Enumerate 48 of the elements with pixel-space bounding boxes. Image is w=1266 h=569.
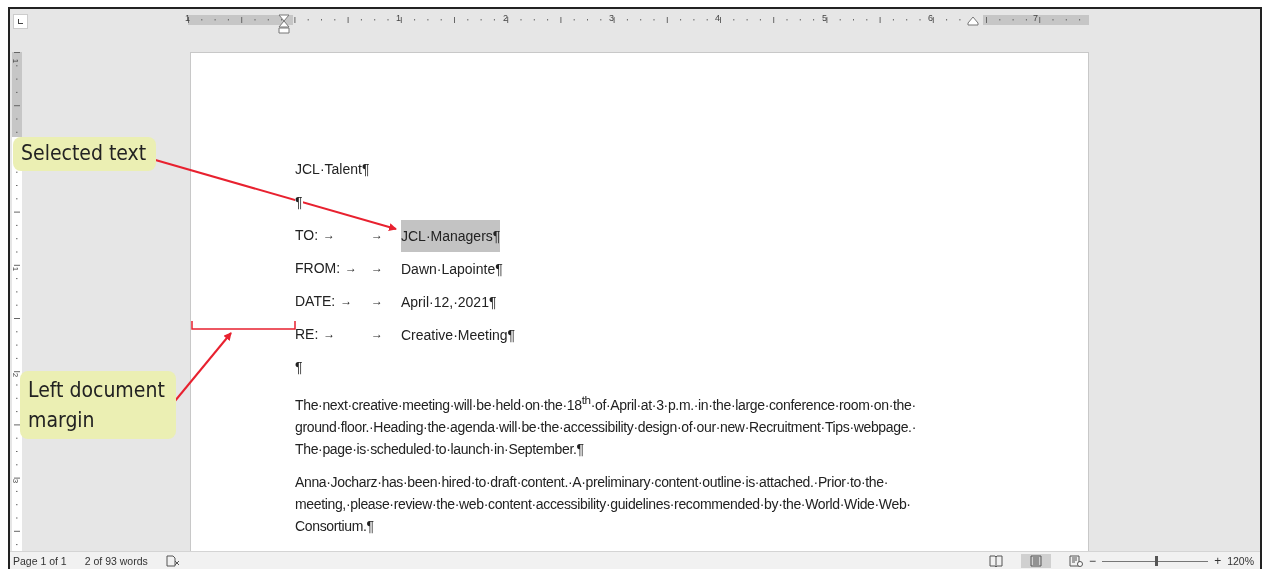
- memo-value: Creative·Meeting¶: [401, 326, 516, 345]
- ruler-number: 7: [1033, 13, 1038, 23]
- memo-value: April·12,·2021¶: [401, 293, 497, 312]
- paragraph: The·next·creative·meeting·will·be·held·on·the·18$^{th}$·of·April·at·3·p.m.·in·the·large·conference·room·on·the· ground·floor.·Heading·the·agenda·will·be·the·accessibility·design·of·our·new·Recruitment·Tips·webpage.· The·page·is·scheduled·to·launch·in·September.¶: [295, 392, 917, 459]
- tab-mark: →: [340, 293, 353, 310]
- tab-mark: →: [345, 260, 358, 277]
- horizontal-ruler[interactable]: 1 1 2 3 4 5 6 7: [10, 15, 1260, 39]
- ruler-number: 6: [928, 13, 933, 23]
- tab-stop-selector[interactable]: [13, 14, 28, 29]
- read-mode-icon[interactable]: [989, 554, 1004, 567]
- zoom-slider[interactable]: [1102, 555, 1209, 566]
- selected-text: JCL·Managers¶: [401, 220, 501, 252]
- word-count[interactable]: 2 of 93 words: [84, 554, 148, 567]
- memo-label: RE:: [295, 325, 319, 344]
- callout-label: Left document margin: [20, 371, 176, 439]
- zoom-in-button[interactable]: +: [1214, 553, 1222, 568]
- vertical-ruler[interactable]: 1 1 2 3: [12, 52, 22, 552]
- tab-mark: →: [371, 260, 384, 277]
- paragraph: Anna·Jocharz·has·been·hired·to·draft·content.·A·preliminary·content·outline·is·attached.·Prior·to·the· meeting,·please·review·the·web·content·accessibility·guidelines·recommended·by·the·World·Wide·Web· Consortium.¶: [295, 472, 912, 536]
- ruler-number: 4: [715, 13, 720, 23]
- page-count[interactable]: Page 1 of 1: [13, 554, 67, 567]
- memo-label: FROM:: [295, 259, 341, 278]
- memo-label: TO:: [295, 226, 319, 245]
- tab-mark: →: [371, 326, 384, 343]
- tab-mark: →: [323, 227, 336, 244]
- tab-mark: →: [371, 293, 384, 310]
- ruler-number: 2: [11, 372, 20, 378]
- memo-label: DATE:: [295, 292, 336, 311]
- print-layout-button[interactable]: [1021, 553, 1052, 568]
- ruler-number: 1: [11, 266, 20, 272]
- indent-marker[interactable]: [278, 14, 290, 34]
- ruler-number: 3: [11, 478, 20, 484]
- zoom-level[interactable]: 120%: [1227, 554, 1254, 567]
- page-icon: [1029, 554, 1044, 567]
- callout-label: Selected text: [13, 137, 157, 171]
- tab-mark: →: [371, 227, 384, 244]
- proofing-icon[interactable]: [165, 554, 180, 567]
- ruler-number: 1: [11, 58, 20, 64]
- web-layout-icon[interactable]: [1069, 554, 1084, 567]
- tab-mark: →: [323, 326, 336, 343]
- right-indent-marker[interactable]: [967, 16, 979, 26]
- ruler-number: 5: [822, 13, 827, 23]
- ruler-number: 3: [609, 13, 614, 23]
- ruler-number: 1: [185, 13, 190, 23]
- zoom-out-button[interactable]: −: [1089, 553, 1097, 568]
- ruler-number: 2: [503, 13, 508, 23]
- ruler-number: 1: [396, 13, 401, 23]
- memo-value: Dawn·Lapointe¶: [401, 260, 503, 279]
